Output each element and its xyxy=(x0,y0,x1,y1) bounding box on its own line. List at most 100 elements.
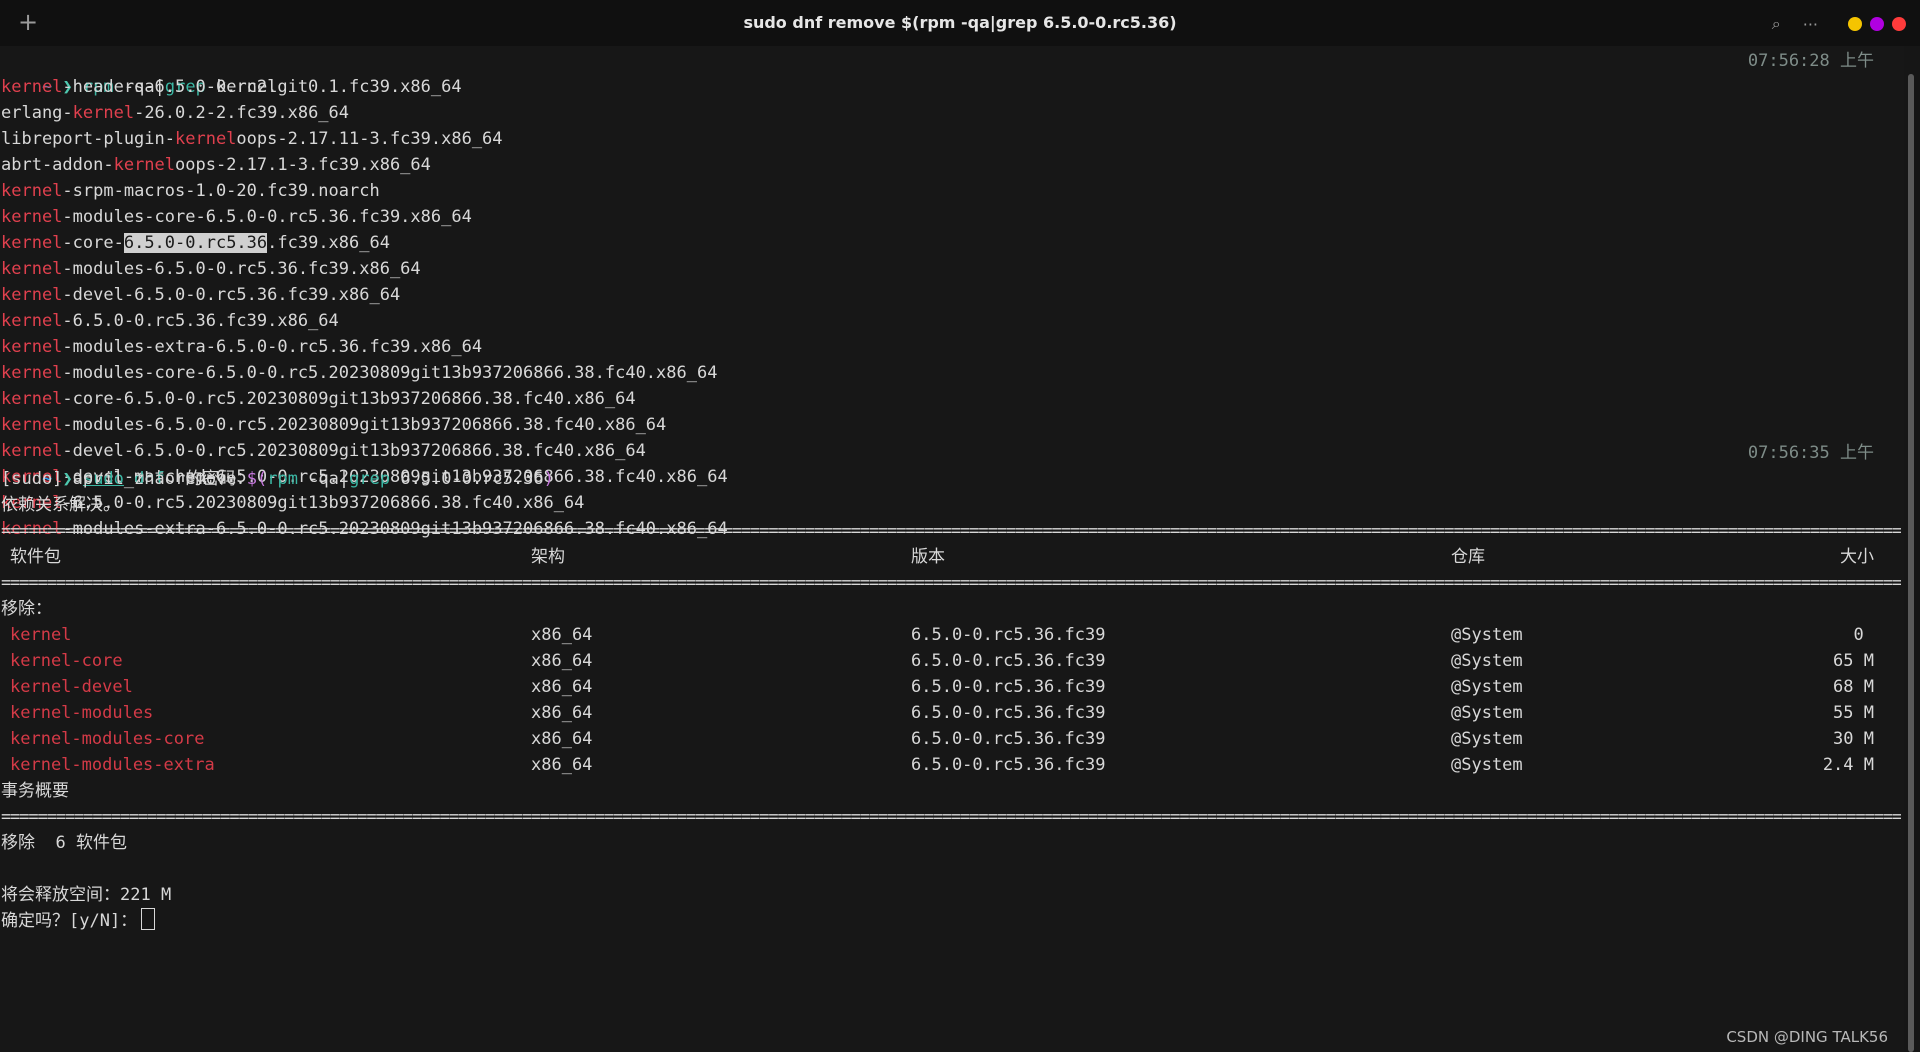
cell-repo: @System xyxy=(1451,677,1523,697)
search-icon[interactable]: ⌕ xyxy=(1772,14,1781,34)
rpm-result-line: libreport-plugin-kerneloops-2.17.11-3.fc… xyxy=(1,126,503,152)
cell-version: 6.5.0-0.rc5.36.fc39 xyxy=(911,703,1106,723)
cell-version: 6.5.0-0.rc5.36.fc39 xyxy=(911,755,1106,775)
cell-arch: x86_64 xyxy=(531,651,593,671)
deps-resolved-text: 依赖关系解决。 xyxy=(1,495,120,515)
grep-match: kernel xyxy=(72,103,135,123)
rpm-result-line: kernel-modules-core-6.5.0-0.rc5.36.fc39.… xyxy=(1,204,472,230)
package-suffix: -devel-6.5.0-0.rc5.36.fc39.x86_64 xyxy=(62,285,401,305)
grep-match: kernel xyxy=(1,363,63,383)
rpm-result-line: kernel-srpm-macros-1.0-20.fc39.noarch xyxy=(1,178,380,204)
cell-arch: x86_64 xyxy=(531,677,593,697)
cell-repo: @System xyxy=(1451,625,1523,645)
cell-arch: x86_64 xyxy=(531,729,593,749)
cell-size: 2.4 M xyxy=(1822,755,1874,775)
grep-match: kernel xyxy=(1,181,63,201)
rpm-result-line: kernel-modules-core-6.5.0-0.rc5.20230809… xyxy=(1,360,717,386)
rpm-result-line: kernel-core-6.5.0-0.rc5.20230809git13b93… xyxy=(1,386,636,412)
cell-arch: x86_64 xyxy=(531,625,593,645)
package-prefix: abrt-addon- xyxy=(1,155,114,175)
package-suffix: oops-2.17.11-3.fc39.x86_64 xyxy=(236,129,503,149)
package-suffix: -modules-6.5.0-0.rc5.20230809git13b93720… xyxy=(62,415,667,435)
package-suffix: -6.5.0-0.rc5.36.fc39.x86_64 xyxy=(62,311,339,331)
rpm-result-line: kernel-headers-6.5.0-0.rc2.git0.1.fc39.x… xyxy=(1,74,462,100)
confirm-prompt: 确定吗？[y/N]： xyxy=(1,911,138,931)
cell-version: 6.5.0-0.rc5.36.fc39 xyxy=(911,677,1106,697)
package-suffix: -modules-core-6.5.0-0.rc5.20230809git13b… xyxy=(62,363,718,383)
package-suffix: -headers-6.5.0-0.rc2.git0.1.fc39.x86_64 xyxy=(62,77,462,97)
rpm-result-line: kernel-modules-6.5.0-0.rc5.36.fc39.x86_6… xyxy=(1,256,421,282)
package-suffix: -modules-extra-6.5.0-0.rc5.36.fc39.x86_6… xyxy=(62,337,483,357)
col-header-size: 大小 xyxy=(1840,547,1874,567)
title-bar: + sudo dnf remove $(rpm -qa|grep 6.5.0-0… xyxy=(0,0,1920,46)
grep-match: kernel xyxy=(1,259,63,279)
package-suffix: -core- xyxy=(62,233,124,253)
confirm-prompt-line: 确定吗？[y/N]： xyxy=(1,908,156,934)
minimize-button[interactable] xyxy=(1848,17,1862,31)
cell-version: 6.5.0-0.rc5.36.fc39 xyxy=(911,729,1106,749)
window-controls: ⌕ ··· xyxy=(1772,14,1906,34)
cell-package: kernel-modules xyxy=(10,703,154,723)
prompt-line: ~ ❯ sudo dnf remove $(rpm -qa|grep 6.5.0… xyxy=(1,440,554,489)
grep-match: kernel xyxy=(1,415,63,435)
maximize-button[interactable] xyxy=(1870,17,1884,31)
grep-match: kernel xyxy=(175,129,237,149)
cell-version: 6.5.0-0.rc5.36.fc39 xyxy=(911,625,1106,645)
package-suffix: -core-6.5.0-0.rc5.20230809git13b93720686… xyxy=(62,389,636,409)
terminal-output[interactable]: ~ ❯ rpm -qa|grep kernel 07:56:28 上午 kern… xyxy=(0,46,1904,1052)
rpm-result-line: erlang-kernel-26.0.2-2.fc39.x86_64 xyxy=(1,100,349,126)
pipe-symbol: | xyxy=(338,469,350,489)
package-prefix: erlang- xyxy=(1,103,73,123)
scrollbar[interactable] xyxy=(1908,74,1914,1052)
scrollbar-thumb[interactable] xyxy=(1908,74,1914,1052)
col-header-repo: 仓库 xyxy=(1451,547,1485,567)
col-header-arch: 架构 xyxy=(531,547,565,567)
menu-icon[interactable]: ··· xyxy=(1803,15,1818,34)
grep-match: kernel xyxy=(1,285,63,305)
watermark: CSDN @DING TALK56 xyxy=(1726,1028,1888,1046)
cell-version: 6.5.0-0.rc5.36.fc39 xyxy=(911,651,1106,671)
summary-title: 事务概要 xyxy=(1,781,69,801)
package-suffix: -modules-core-6.5.0-0.rc5.36.fc39.x86_64 xyxy=(62,207,472,227)
grep-match: kernel xyxy=(1,337,63,357)
separator-line: ========================================… xyxy=(1,573,1901,593)
rpm-result-line: abrt-addon-kerneloops-2.17.1-3.fc39.x86_… xyxy=(1,152,431,178)
grep-match: kernel xyxy=(1,77,63,97)
cell-package: kernel-modules-core xyxy=(10,729,205,749)
text-selection: 6.5.0-0.rc5.36 xyxy=(123,233,268,253)
separator-line: ========================================… xyxy=(1,521,1901,541)
summary-remove-count: 移除 6 软件包 xyxy=(1,833,127,853)
grep-match: kernel xyxy=(113,155,176,175)
sudo-password-prompt: [sudo] april_zhao 的密码： xyxy=(1,469,254,489)
col-header-version: 版本 xyxy=(911,547,945,567)
section-label: 移除： xyxy=(1,599,52,619)
subshell-close: ) xyxy=(543,469,554,489)
cell-size: 65 M xyxy=(1833,651,1874,671)
prompt-timestamp: 07:56:28 上午 xyxy=(1747,51,1874,71)
cell-arch: x86_64 xyxy=(531,755,593,775)
cell-arch: x86_64 xyxy=(531,703,593,723)
command-args: 6.5.0-0.rc5.36 xyxy=(390,469,544,489)
cell-size: 68 M xyxy=(1833,677,1874,697)
cell-package: kernel-modules-extra xyxy=(10,755,215,775)
col-header-package: 软件包 xyxy=(10,547,61,567)
text-cursor[interactable] xyxy=(141,908,156,930)
cell-size: 30 M xyxy=(1833,729,1874,749)
grep-match: kernel xyxy=(1,389,63,409)
close-button[interactable] xyxy=(1892,17,1906,31)
command-name: rpm xyxy=(267,469,298,489)
package-suffix: .fc39.x86_64 xyxy=(267,233,390,253)
command-args: -qa xyxy=(297,469,339,489)
cell-package: kernel-devel xyxy=(10,677,133,697)
rpm-result-line: kernel-devel-6.5.0-0.rc5.36.fc39.x86_64 xyxy=(1,282,400,308)
package-suffix: -srpm-macros-1.0-20.fc39.noarch xyxy=(62,181,380,201)
package-suffix: -modules-6.5.0-0.rc5.36.fc39.x86_64 xyxy=(62,259,421,279)
package-suffix: oops-2.17.1-3.fc39.x86_64 xyxy=(175,155,431,175)
grep-match: kernel xyxy=(1,233,63,253)
grep-match: kernel xyxy=(1,207,63,227)
cell-repo: @System xyxy=(1451,729,1523,749)
package-suffix: -6.5.0-0.rc5.20230809git13b937206866.38.… xyxy=(62,493,585,513)
cell-size: 0 xyxy=(1853,625,1874,645)
cell-repo: @System xyxy=(1451,703,1523,723)
cell-package: kernel-core xyxy=(10,651,123,671)
